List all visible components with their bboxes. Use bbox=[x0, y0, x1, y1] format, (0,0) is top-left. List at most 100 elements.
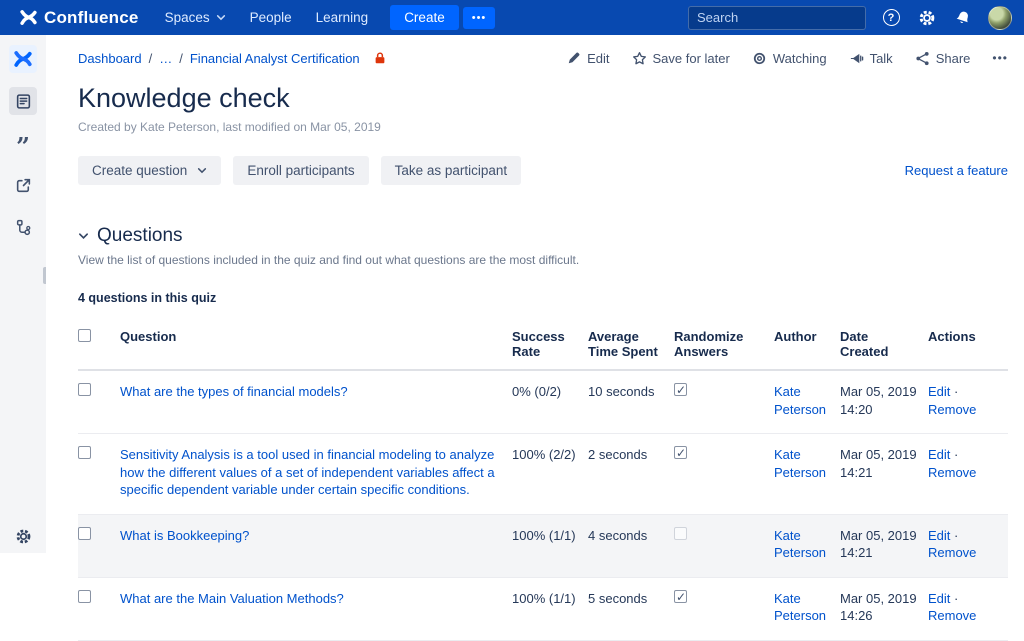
avg-time-value: 5 seconds bbox=[588, 577, 674, 641]
nav-more-button[interactable]: ••• bbox=[462, 6, 496, 29]
row-checkbox[interactable] bbox=[78, 383, 91, 396]
gear-icon bbox=[16, 529, 30, 544]
document-icon bbox=[16, 93, 30, 109]
sidebar-item-hierarchy[interactable] bbox=[9, 213, 37, 241]
settings-button[interactable] bbox=[916, 7, 938, 29]
questions-heading: Questions bbox=[97, 225, 183, 246]
main-content: Dashboard / … / Financial Analyst Certif… bbox=[46, 35, 1024, 641]
bell-icon bbox=[956, 11, 968, 23]
help-button[interactable]: ? bbox=[880, 7, 902, 29]
confluence-logo[interactable]: Confluence bbox=[20, 8, 139, 28]
sidebar-item-pages[interactable] bbox=[9, 87, 37, 115]
question-link[interactable]: Sensitivity Analysis is a tool used in f… bbox=[120, 447, 495, 497]
remove-row-link[interactable]: Remove bbox=[928, 402, 976, 417]
help-icon: ? bbox=[882, 9, 900, 26]
randomize-checkbox[interactable] bbox=[674, 445, 687, 461]
author-link[interactable]: Kate Peterson bbox=[774, 447, 826, 480]
chevron-down-icon bbox=[79, 233, 88, 240]
header-author: Author bbox=[774, 319, 840, 371]
row-checkbox[interactable] bbox=[78, 589, 91, 603]
author-link[interactable]: Kate Peterson bbox=[774, 384, 826, 417]
quiz-count: 4 questions in this quiz bbox=[78, 291, 217, 305]
header-randomize: Randomize Answers bbox=[674, 319, 774, 371]
take-as-participant-button[interactable]: Take as participant bbox=[380, 156, 522, 185]
quote-icon: ” bbox=[16, 132, 30, 161]
user-avatar[interactable] bbox=[988, 5, 1012, 30]
date-created-value: Mar 05, 2019 14:26 bbox=[840, 577, 928, 641]
breadcrumb: Dashboard / … / Financial Analyst Certif… bbox=[78, 51, 387, 66]
sidebar-settings-button[interactable] bbox=[0, 528, 46, 545]
header-date-created: Date Created bbox=[840, 319, 928, 371]
share-icon bbox=[916, 51, 929, 65]
breadcrumb-ellipsis[interactable]: … bbox=[159, 51, 172, 66]
row-checkbox[interactable] bbox=[78, 526, 91, 540]
randomize-checkbox[interactable] bbox=[674, 382, 687, 398]
save-for-later-button[interactable]: Save for later bbox=[632, 51, 730, 66]
notifications-button[interactable] bbox=[952, 7, 974, 29]
header-question: Question bbox=[120, 319, 512, 371]
left-sidebar: ” bbox=[0, 35, 46, 553]
randomize-checkbox[interactable] bbox=[674, 589, 687, 605]
talk-button[interactable]: Talk bbox=[849, 51, 893, 66]
edit-button[interactable]: Edit bbox=[567, 51, 610, 66]
row-checkbox[interactable] bbox=[78, 446, 91, 460]
questions-table: Question Success Rate Average Time Spent… bbox=[78, 319, 1008, 641]
question-link[interactable]: What are the types of financial models? bbox=[120, 384, 348, 399]
questions-section-toggle[interactable]: Questions bbox=[78, 225, 1008, 247]
sidebar-item-space-logo[interactable] bbox=[9, 45, 37, 73]
share-button[interactable]: Share bbox=[915, 51, 970, 66]
create-button[interactable]: Create bbox=[390, 5, 459, 30]
chevron-down-icon bbox=[198, 168, 207, 174]
remove-row-link[interactable]: Remove bbox=[928, 465, 976, 480]
external-link-icon bbox=[16, 178, 30, 192]
author-link[interactable]: Kate Peterson bbox=[774, 528, 826, 561]
date-created-value: Mar 05, 2019 14:21 bbox=[840, 433, 928, 515]
restrictions-lock-icon[interactable] bbox=[373, 51, 387, 65]
question-link[interactable]: What are the Main Valuation Methods? bbox=[120, 591, 344, 606]
sidebar-item-quotes[interactable]: ” bbox=[9, 129, 37, 161]
breadcrumb-current[interactable]: Financial Analyst Certification bbox=[190, 51, 360, 66]
enroll-participants-button[interactable]: Enroll participants bbox=[233, 156, 369, 185]
table-row: What are the Main Valuation Methods? 100… bbox=[78, 577, 1008, 641]
logo-wordmark: Confluence bbox=[44, 7, 139, 27]
search-input[interactable] bbox=[697, 10, 873, 25]
megaphone-icon bbox=[850, 53, 863, 63]
top-navbar: Confluence Spaces People Learning Create… bbox=[0, 0, 1024, 35]
chevron-down-icon bbox=[216, 15, 225, 21]
quiz-toolbar: Create question Enroll participants Take… bbox=[78, 156, 1008, 185]
request-feature-link[interactable]: Request a feature bbox=[905, 163, 1008, 178]
star-icon bbox=[632, 51, 646, 64]
nav-learning[interactable]: Learning bbox=[304, 0, 381, 35]
edit-row-link[interactable]: Edit bbox=[928, 528, 950, 543]
avg-time-value: 10 seconds bbox=[588, 370, 674, 435]
tree-structure-icon bbox=[16, 219, 30, 235]
author-link[interactable]: Kate Peterson bbox=[774, 591, 826, 624]
select-all-checkbox[interactable] bbox=[78, 329, 91, 342]
question-link[interactable]: What is Bookkeeping? bbox=[120, 528, 249, 543]
breadcrumb-dashboard[interactable]: Dashboard bbox=[78, 51, 142, 66]
remove-row-link[interactable]: Remove bbox=[928, 608, 976, 623]
edit-row-link[interactable]: Edit bbox=[928, 384, 950, 399]
search-box[interactable] bbox=[688, 5, 873, 30]
nav-people[interactable]: People bbox=[238, 0, 304, 35]
edit-row-link[interactable]: Edit bbox=[928, 447, 950, 462]
sidebar-item-external[interactable] bbox=[9, 171, 37, 199]
create-question-button[interactable]: Create question bbox=[78, 156, 222, 185]
header-success-rate: Success Rate bbox=[512, 319, 588, 371]
eye-icon bbox=[753, 52, 765, 64]
randomize-checkbox[interactable] bbox=[674, 526, 687, 540]
success-rate-value: 100% (2/2) bbox=[512, 433, 588, 515]
gear-icon bbox=[919, 10, 935, 25]
header-actions: Actions bbox=[928, 319, 1008, 371]
date-created-value: Mar 05, 2019 14:20 bbox=[840, 370, 928, 435]
watching-button[interactable]: Watching bbox=[752, 51, 827, 66]
pencil-icon bbox=[568, 52, 580, 64]
page-actions: Edit Save for later Watching Talk Share … bbox=[567, 51, 1008, 66]
nav-spaces[interactable]: Spaces bbox=[153, 0, 238, 35]
edit-row-link[interactable]: Edit bbox=[928, 591, 950, 606]
header-avg-time: Average Time Spent bbox=[588, 319, 674, 371]
confluence-mark-icon bbox=[20, 10, 37, 25]
page-more-button[interactable]: ••• bbox=[992, 51, 1008, 65]
table-row: Sensitivity Analysis is a tool used in f… bbox=[78, 433, 1008, 515]
page-title: Knowledge check bbox=[78, 83, 290, 113]
